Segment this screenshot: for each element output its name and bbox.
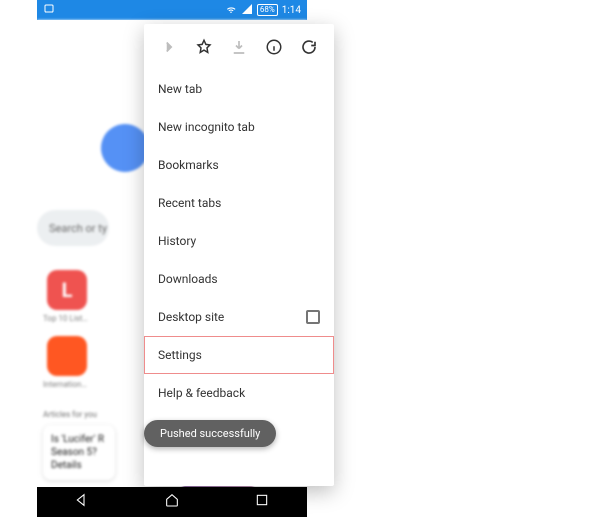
status-bar: 68% 1:14 bbox=[37, 0, 307, 20]
menu-item-label: Bookmarks bbox=[158, 158, 219, 172]
article-headline: Is 'Lucifer' R Season 5? Details bbox=[51, 434, 104, 471]
wifi-icon bbox=[225, 3, 237, 18]
tile-icon-L: L bbox=[47, 270, 87, 310]
menu-item-label: Downloads bbox=[158, 272, 218, 286]
signal-icon bbox=[241, 3, 253, 18]
battery-level: 68% bbox=[257, 4, 278, 16]
menu-desktop-site[interactable]: Desktop site bbox=[144, 298, 334, 336]
menu-item-label: Desktop site bbox=[158, 310, 224, 324]
suggestion-tile-1[interactable]: L Top 10 Lists… bbox=[43, 270, 91, 323]
menu-item-label: New tab bbox=[158, 82, 202, 96]
search-input[interactable]: Search or ty bbox=[37, 210, 109, 246]
search-placeholder: Search or ty bbox=[49, 222, 107, 235]
desktop-site-checkbox[interactable] bbox=[306, 310, 320, 324]
toast-text: Pushed successfully bbox=[160, 427, 260, 440]
menu-settings[interactable]: Settings bbox=[144, 336, 334, 374]
tile-caption: Top 10 Lists… bbox=[43, 314, 91, 323]
tile-caption: International… bbox=[43, 380, 91, 389]
notification-icon bbox=[43, 3, 55, 18]
menu-item-label: Help & feedback bbox=[158, 386, 245, 400]
article-card[interactable]: Is 'Lucifer' R Season 5? Details bbox=[43, 425, 115, 480]
android-nav-bar bbox=[37, 487, 307, 517]
menu-new-tab[interactable]: New tab bbox=[144, 70, 334, 108]
menu-list: New tab New incognito tab Bookmarks Rece… bbox=[144, 66, 334, 412]
bookmark-star-button[interactable] bbox=[191, 34, 217, 60]
menu-bookmarks[interactable]: Bookmarks bbox=[144, 146, 334, 184]
recents-nav-icon[interactable] bbox=[254, 492, 270, 512]
articles-label: Articles for you bbox=[43, 410, 97, 419]
reload-button[interactable] bbox=[296, 34, 322, 60]
forward-button[interactable] bbox=[156, 34, 182, 60]
menu-icon-row bbox=[144, 24, 334, 66]
home-nav-icon[interactable] bbox=[164, 492, 180, 512]
phone-frame: 68% 1:14 Search or ty L Top 10 Lists… In… bbox=[37, 0, 307, 517]
menu-item-label: Recent tabs bbox=[158, 196, 221, 210]
menu-help-feedback[interactable]: Help & feedback bbox=[144, 374, 334, 412]
suggestion-tile-2[interactable]: International… bbox=[43, 336, 91, 389]
download-button[interactable] bbox=[226, 34, 252, 60]
google-logo-circle bbox=[101, 124, 149, 172]
menu-downloads[interactable]: Downloads bbox=[144, 260, 334, 298]
back-nav-icon[interactable] bbox=[74, 492, 90, 512]
overflow-menu: New tab New incognito tab Bookmarks Rece… bbox=[144, 24, 334, 486]
menu-item-label: History bbox=[158, 234, 196, 248]
toast: Pushed successfully bbox=[144, 420, 276, 447]
menu-new-incognito-tab[interactable]: New incognito tab bbox=[144, 108, 334, 146]
menu-history[interactable]: History bbox=[144, 222, 334, 260]
status-clock: 1:14 bbox=[282, 5, 301, 16]
tile-icon-dot bbox=[47, 336, 87, 376]
menu-recent-tabs[interactable]: Recent tabs bbox=[144, 184, 334, 222]
menu-item-label: New incognito tab bbox=[158, 120, 255, 134]
info-button[interactable] bbox=[261, 34, 287, 60]
menu-item-label: Settings bbox=[158, 348, 202, 362]
